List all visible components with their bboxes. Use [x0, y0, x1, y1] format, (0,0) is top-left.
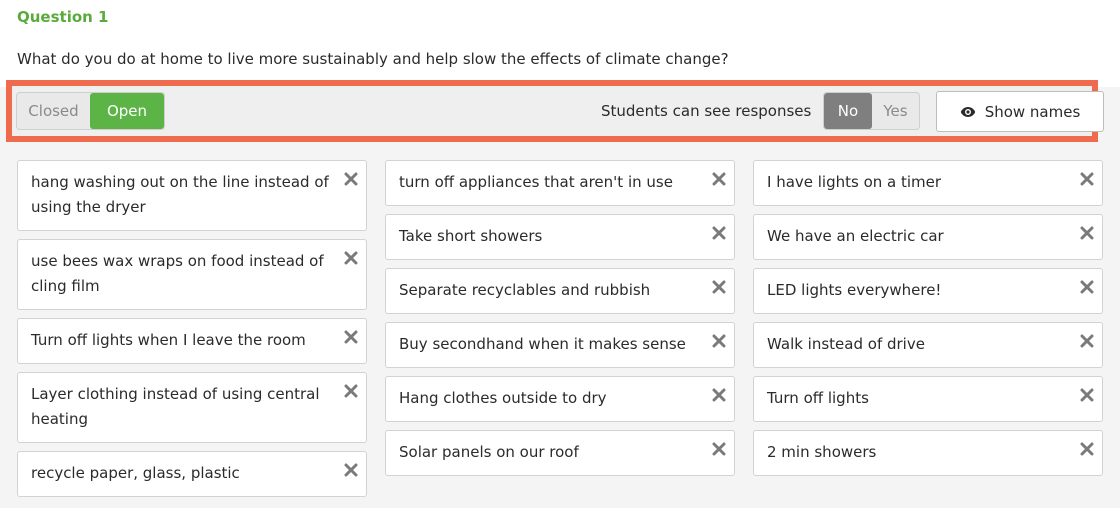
- remove-response-icon[interactable]: [712, 388, 726, 402]
- response-card: Walk instead of drive: [753, 322, 1103, 368]
- response-card: Layer clothing instead of using central …: [17, 372, 367, 443]
- response-card: Turn off lights: [753, 376, 1103, 422]
- responses-column-3: I have lights on a timer We have an elect…: [753, 160, 1103, 484]
- remove-response-icon[interactable]: [344, 172, 358, 186]
- question-title: Question 1: [17, 8, 109, 26]
- responses-column-2: turn off appliances that aren't in use Ta…: [385, 160, 735, 484]
- response-text: Buy secondhand when it makes sense: [399, 335, 686, 353]
- remove-response-icon[interactable]: [712, 280, 726, 294]
- remove-response-icon[interactable]: [1080, 280, 1094, 294]
- response-text: Turn off lights when I leave the room: [31, 331, 306, 349]
- question-text: What do you do at home to live more sust…: [17, 50, 729, 68]
- remove-response-icon[interactable]: [344, 251, 358, 265]
- eye-icon: [960, 106, 975, 117]
- open-option[interactable]: Open: [90, 93, 164, 129]
- response-card: 2 min showers: [753, 430, 1103, 476]
- response-text: Turn off lights: [767, 389, 869, 407]
- response-card: Solar panels on our roof: [385, 430, 735, 476]
- response-text: Solar panels on our roof: [399, 443, 579, 461]
- remove-response-icon[interactable]: [1080, 334, 1094, 348]
- response-text: hang washing out on the line instead of …: [31, 173, 329, 216]
- visibility-no-option[interactable]: No: [824, 93, 872, 129]
- open-closed-toggle[interactable]: Closed Open: [16, 92, 165, 130]
- response-card: Hang clothes outside to dry: [385, 376, 735, 422]
- response-card: turn off appliances that aren't in use: [385, 160, 735, 206]
- remove-response-icon[interactable]: [712, 172, 726, 186]
- remove-response-icon[interactable]: [1080, 172, 1094, 186]
- closed-option[interactable]: Closed: [17, 93, 90, 129]
- remove-response-icon[interactable]: [1080, 226, 1094, 240]
- show-names-button[interactable]: Show names: [936, 91, 1104, 132]
- responses-column-1: hang washing out on the line instead of …: [17, 160, 367, 505]
- response-card: Turn off lights when I leave the room: [17, 318, 367, 364]
- response-text: 2 min showers: [767, 443, 877, 461]
- response-card: Buy secondhand when it makes sense: [385, 322, 735, 368]
- remove-response-icon[interactable]: [344, 463, 358, 477]
- response-text: Hang clothes outside to dry: [399, 389, 607, 407]
- remove-response-icon[interactable]: [712, 442, 726, 456]
- responses-visibility-toggle[interactable]: No Yes: [823, 92, 920, 130]
- response-text: Layer clothing instead of using central …: [31, 385, 320, 428]
- response-text: use bees wax wraps on food instead of cl…: [31, 252, 324, 295]
- response-text: Take short showers: [399, 227, 543, 245]
- response-card: LED lights everywhere!: [753, 268, 1103, 314]
- remove-response-icon[interactable]: [1080, 442, 1094, 456]
- response-card: use bees wax wraps on food instead of cl…: [17, 239, 367, 310]
- remove-response-icon[interactable]: [712, 226, 726, 240]
- remove-response-icon[interactable]: [344, 384, 358, 398]
- response-text: Walk instead of drive: [767, 335, 925, 353]
- response-card: recycle paper, glass, plastic: [17, 451, 367, 497]
- response-text: turn off appliances that aren't in use: [399, 173, 673, 191]
- response-card: hang washing out on the line instead of …: [17, 160, 367, 231]
- responses-visibility-label: Students can see responses: [601, 102, 812, 120]
- response-settings-toolbar: Closed Open Students can see responses N…: [6, 80, 1104, 142]
- response-text: I have lights on a timer: [767, 173, 942, 191]
- response-card: Take short showers: [385, 214, 735, 260]
- response-card: We have an electric car: [753, 214, 1103, 260]
- remove-response-icon[interactable]: [344, 330, 358, 344]
- question-header: Question 1 What do you do at home to liv…: [0, 0, 1120, 87]
- visibility-yes-option[interactable]: Yes: [872, 93, 919, 129]
- show-names-label: Show names: [984, 102, 1081, 121]
- response-text: LED lights everywhere!: [767, 281, 942, 299]
- response-card: I have lights on a timer: [753, 160, 1103, 206]
- response-text: We have an electric car: [767, 227, 944, 245]
- remove-response-icon[interactable]: [1080, 388, 1094, 402]
- response-text: Separate recyclables and rubbish: [399, 281, 651, 299]
- response-card: Separate recyclables and rubbish: [385, 268, 735, 314]
- remove-response-icon[interactable]: [712, 334, 726, 348]
- response-text: recycle paper, glass, plastic: [31, 464, 240, 482]
